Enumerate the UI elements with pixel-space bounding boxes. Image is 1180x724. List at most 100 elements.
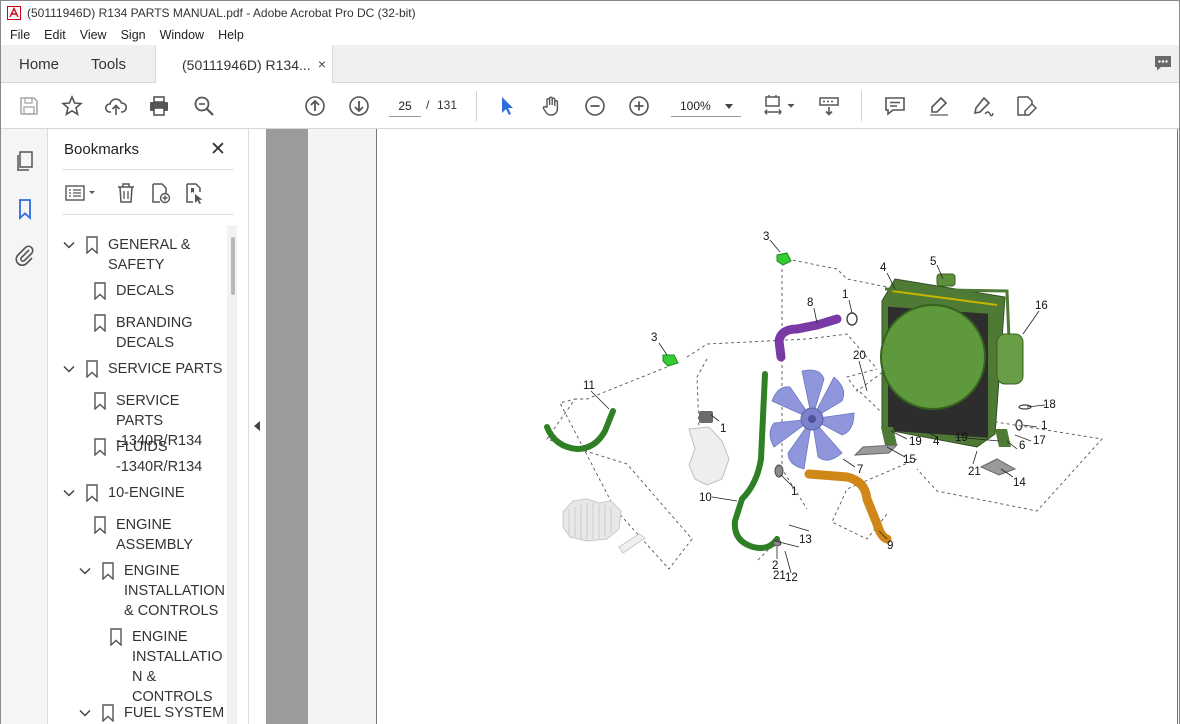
- bookmark-item[interactable]: BRANDING DECALS: [94, 313, 193, 353]
- upload-cloud-icon[interactable]: [104, 94, 128, 118]
- bracket-15: [853, 444, 899, 456]
- collapse-arrow-icon[interactable]: [254, 421, 260, 431]
- find-bookmark-icon[interactable]: [182, 181, 206, 205]
- toolbar-divider: [476, 91, 477, 121]
- callout-number: 13: [799, 534, 812, 546]
- bookmark-icon: [102, 562, 114, 580]
- callout-number: 21: [968, 466, 981, 478]
- bookmarks-panel: Bookmarks ✕ GENERAL & SAFETY DECALS BRANDIN…: [48, 129, 248, 724]
- zoom-level-select[interactable]: 100%: [671, 95, 741, 117]
- bookmark-icon: [86, 236, 98, 254]
- tab-tools[interactable]: Tools: [91, 45, 126, 83]
- attachment-paperclip-icon[interactable]: [13, 243, 37, 267]
- callout-number: 1: [1041, 420, 1047, 432]
- menu-edit[interactable]: Edit: [37, 28, 73, 42]
- bookmark-label: ENGINE ASSEMBLY: [116, 517, 194, 553]
- previous-page-icon[interactable]: [303, 94, 327, 118]
- hose-8: [774, 314, 842, 362]
- callout-number: 1: [791, 486, 797, 498]
- chevron-down-icon[interactable]: [62, 238, 76, 252]
- zoom-in-icon[interactable]: [627, 94, 651, 118]
- bookmark-item[interactable]: FLUIDS -1340R/R134: [94, 437, 202, 477]
- chevron-down-icon[interactable]: [62, 486, 76, 500]
- select-cursor-icon[interactable]: [495, 94, 519, 118]
- callout-number: 9: [887, 540, 893, 552]
- cap-3-left: [662, 354, 679, 367]
- highlight-pen-icon[interactable]: [927, 94, 951, 118]
- save-icon[interactable]: [17, 94, 41, 118]
- callout-number: 14: [1013, 477, 1026, 489]
- delete-trash-icon[interactable]: [114, 181, 138, 205]
- print-icon[interactable]: [147, 94, 171, 118]
- scroll-mode-icon[interactable]: [817, 94, 841, 118]
- bookmark-label: FUEL SYSTEM: [124, 705, 225, 721]
- new-bookmark-icon[interactable]: [148, 181, 172, 205]
- page-thumbnails-icon[interactable]: [13, 149, 37, 173]
- tab-close-icon[interactable]: ×: [318, 56, 326, 72]
- bookmark-label: 10-ENGINE: [108, 485, 185, 501]
- bookmark-item[interactable]: FUEL SYSTEM: [78, 703, 224, 723]
- comment-bubble-icon[interactable]: [1153, 54, 1173, 72]
- bookmark-panel-icon[interactable]: [13, 197, 37, 221]
- bracket-14: [979, 458, 1017, 476]
- bookmark-options-icon[interactable]: [64, 181, 98, 205]
- bookmark-item[interactable]: ENGINE INSTALLATION & CONTROLS: [78, 561, 225, 621]
- page-total: 131: [437, 98, 458, 112]
- callout-number: 5: [930, 256, 936, 268]
- next-page-icon[interactable]: [347, 94, 371, 118]
- callout-number: 18: [1043, 399, 1056, 411]
- bookmark-item[interactable]: SERVICE PARTS: [62, 359, 222, 379]
- bookmarks-list: GENERAL & SAFETY DECALS BRANDING DECALS SERVI…: [48, 225, 230, 724]
- toolbar: 25 / 131 100%: [1, 83, 1179, 129]
- page-number-input[interactable]: 25: [389, 95, 421, 117]
- hose-9: [804, 469, 892, 544]
- callout-number: 6: [1019, 440, 1025, 452]
- bookmark-item[interactable]: ENGINE INSTALLATIO N & CONTROLS: [110, 627, 223, 707]
- menu-sign[interactable]: Sign: [114, 28, 153, 42]
- comment-icon[interactable]: [883, 94, 907, 118]
- menu-file[interactable]: File: [3, 28, 37, 42]
- bookmark-label: BRANDING DECALS: [116, 315, 193, 351]
- bookmark-label: SERVICE PARTS: [108, 361, 223, 377]
- hose-11: [544, 408, 616, 453]
- toolbar-divider: [861, 91, 862, 121]
- menu-view[interactable]: View: [73, 28, 114, 42]
- radiator-assembly: [880, 273, 1024, 448]
- hand-tool-icon[interactable]: [539, 94, 563, 118]
- document-gutter: [266, 129, 308, 724]
- bookmarks-toolbar: [62, 169, 234, 215]
- callout-number: 2: [772, 560, 778, 572]
- bookmark-item[interactable]: GENERAL & SAFETY: [62, 235, 190, 275]
- chevron-down-icon[interactable]: [62, 362, 76, 376]
- bookmarks-scrollbar-thumb[interactable]: [231, 237, 235, 295]
- zoom-search-icon[interactable]: [192, 94, 216, 118]
- chevron-down-icon[interactable]: [78, 564, 92, 578]
- tab-home[interactable]: Home: [19, 45, 59, 83]
- title-bar: (50111946D) R134 PARTS MANUAL.pdf - Adob…: [1, 1, 1179, 25]
- menu-window[interactable]: Window: [153, 28, 211, 42]
- callout-number: 11: [583, 380, 595, 392]
- chevron-down-icon[interactable]: [78, 706, 92, 720]
- page-separator: /: [426, 98, 430, 112]
- bookmark-icon: [94, 314, 106, 332]
- panel-collapse-strip[interactable]: [248, 129, 266, 724]
- menu-help[interactable]: Help: [211, 28, 251, 42]
- close-icon[interactable]: ✕: [210, 138, 226, 161]
- bookmark-item[interactable]: 10-ENGINE: [62, 483, 185, 503]
- callout-number: 12: [785, 572, 798, 584]
- tab-document[interactable]: (50111946D) R134... ×: [155, 45, 333, 84]
- star-icon[interactable]: [60, 94, 84, 118]
- bookmark-item[interactable]: ENGINE ASSEMBLY: [94, 515, 193, 555]
- exploded-parts-diagram: 34 5811632011118119 4 19 176157 2114110132192…: [544, 231, 1103, 584]
- zoom-out-icon[interactable]: [583, 94, 607, 118]
- fit-page-icon[interactable]: [763, 94, 797, 118]
- chevron-down-icon: [725, 104, 733, 109]
- callout-number: 17: [1033, 435, 1046, 447]
- bookmark-item[interactable]: DECALS: [94, 281, 174, 301]
- callout-number: 1: [720, 423, 726, 435]
- fill-sign-icon[interactable]: [1014, 94, 1038, 118]
- callout-number: 4: [933, 436, 940, 448]
- sign-pen-icon[interactable]: [971, 94, 995, 118]
- engine-block-outline: [562, 498, 646, 554]
- bookmarks-title: Bookmarks: [64, 141, 140, 158]
